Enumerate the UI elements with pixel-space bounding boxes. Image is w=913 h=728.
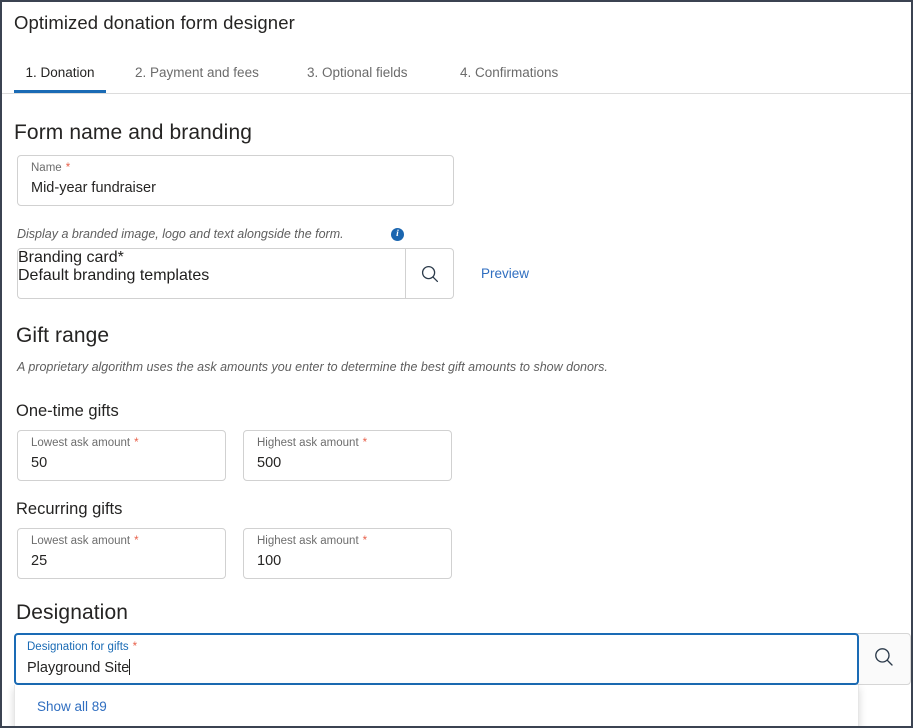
recurring-highest-ask-value: 100 xyxy=(257,553,282,569)
branding-card-search-button[interactable] xyxy=(405,248,454,299)
preview-link[interactable]: Preview xyxy=(481,266,529,281)
info-icon[interactable]: i xyxy=(391,228,404,241)
tab-optional-fields[interactable]: 3. Optional fields xyxy=(307,60,408,93)
optimized-donation-form-designer-window: Optimized donation form designer 1. Dona… xyxy=(0,0,913,728)
branding-card-value: Default branding templates xyxy=(18,267,210,284)
branding-card-field[interactable]: Branding card* Default branding template… xyxy=(17,248,405,299)
show-all-option[interactable]: Show all 89 xyxy=(37,699,107,714)
branding-card-lookup: Branding card* Default branding template… xyxy=(17,248,454,299)
recurring-highest-ask-field[interactable]: Highest ask amount * 100 xyxy=(243,528,452,579)
name-field-value: Mid-year fundraiser xyxy=(31,180,156,196)
name-field[interactable]: Name * Mid-year fundraiser xyxy=(17,155,454,206)
required-asterisk: * xyxy=(362,437,368,449)
name-field-label: Name * xyxy=(31,162,71,174)
required-asterisk: * xyxy=(362,535,368,547)
search-icon xyxy=(420,264,440,284)
section-heading-gift-range: Gift range xyxy=(16,324,110,347)
section-heading-form-name-and-branding: Form name and branding xyxy=(14,121,252,144)
text-cursor xyxy=(129,659,131,675)
one-time-lowest-ask-field[interactable]: Lowest ask amount * 50 xyxy=(17,430,226,481)
designation-for-gifts-label: Designation for gifts * xyxy=(27,641,138,653)
designation-search-button[interactable] xyxy=(857,633,911,685)
recurring-highest-ask-label: Highest ask amount * xyxy=(257,535,368,547)
tab-payment-and-fees[interactable]: 2. Payment and fees xyxy=(135,60,259,93)
required-asterisk: * xyxy=(117,249,124,266)
designation-for-gifts-combobox[interactable]: Designation for gifts * Playground Site xyxy=(14,633,859,685)
required-asterisk: * xyxy=(134,535,139,547)
tab-donation[interactable]: 1. Donation xyxy=(14,60,106,93)
section-heading-designation: Designation xyxy=(16,601,129,624)
page-title: Optimized donation form designer xyxy=(14,12,295,33)
recurring-lowest-ask-value: 25 xyxy=(31,553,48,569)
branding-card-label: Branding card* xyxy=(18,249,124,266)
recurring-lowest-ask-label: Lowest ask amount * xyxy=(31,535,139,547)
subsection-heading-one-time-gifts: One-time gifts xyxy=(16,402,119,420)
subsection-heading-recurring-gifts: Recurring gifts xyxy=(16,500,123,518)
designation-for-gifts-input[interactable]: Playground Site xyxy=(27,659,131,676)
one-time-highest-ask-value: 500 xyxy=(257,455,282,471)
tab-confirmations[interactable]: 4. Confirmations xyxy=(460,60,558,93)
required-asterisk: * xyxy=(65,162,71,174)
one-time-lowest-ask-label: Lowest ask amount * xyxy=(31,437,139,449)
tabstrip: 1. Donation 2. Payment and fees 3. Optio… xyxy=(2,60,911,94)
required-asterisk: * xyxy=(134,437,139,449)
gift-range-helper-text: A proprietary algorithm uses the ask amo… xyxy=(17,360,608,374)
search-icon xyxy=(873,646,895,673)
one-time-highest-ask-label: Highest ask amount * xyxy=(257,437,368,449)
recurring-lowest-ask-field[interactable]: Lowest ask amount * 25 xyxy=(17,528,226,579)
branding-helper-text: Display a branded image, logo and text a… xyxy=(17,227,344,241)
one-time-lowest-ask-value: 50 xyxy=(31,455,48,471)
one-time-highest-ask-field[interactable]: Highest ask amount * 500 xyxy=(243,430,452,481)
designation-suggestions-dropdown: Show all 89 xyxy=(14,685,859,726)
required-asterisk: * xyxy=(132,641,138,653)
